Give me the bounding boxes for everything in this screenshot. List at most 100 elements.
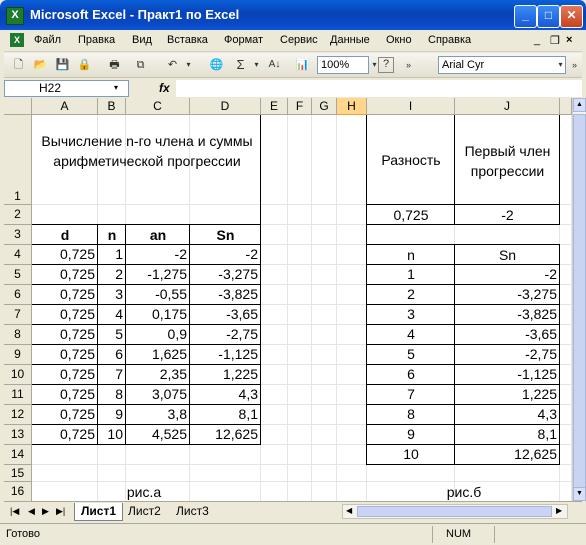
autosum-icon[interactable]: Σ (232, 57, 249, 73)
right-cell-sn[interactable]: -2 (455, 265, 560, 285)
cell-an[interactable]: 2,35 (126, 365, 190, 385)
cell-n[interactable]: 10 (98, 425, 126, 445)
row-header-13[interactable]: 13 (4, 425, 32, 445)
right-cell-n[interactable]: 4 (367, 325, 455, 345)
right-cell-sn[interactable]: 8,1 (455, 425, 560, 445)
select-all-corner[interactable] (4, 98, 32, 115)
cell-an[interactable]: 3,8 (126, 405, 190, 425)
cell-d[interactable]: 0,725 (32, 325, 98, 345)
menu-data[interactable]: Данные (330, 34, 370, 46)
cell-n[interactable]: 2 (98, 265, 126, 285)
sheet-tab-1[interactable]: Лист1 (74, 503, 124, 521)
row-header-8[interactable]: 8 (4, 325, 32, 345)
cell-an[interactable]: -1,275 (126, 265, 190, 285)
right-cell-sn[interactable]: -3,65 (455, 325, 560, 345)
save-icon[interactable]: 💾 (54, 57, 71, 73)
value-difference[interactable]: 0,725 (367, 206, 455, 226)
cell-sn[interactable]: -2 (190, 245, 261, 265)
right-cell-sn[interactable]: 4,3 (455, 405, 560, 425)
sheet-tab-3[interactable]: Лист3 (170, 503, 215, 520)
cell-n[interactable]: 5 (98, 325, 126, 345)
right-cell-n[interactable]: 1 (367, 265, 455, 285)
right-cell-n[interactable]: 3 (367, 305, 455, 325)
menu-edit[interactable]: Правка (78, 34, 115, 46)
cell-n[interactable]: 1 (98, 245, 126, 265)
cell-an[interactable]: 3,075 (126, 385, 190, 405)
row-header-3[interactable]: 3 (4, 225, 32, 245)
name-box[interactable]: H22 (4, 80, 129, 97)
cell-n[interactable]: 9 (98, 405, 126, 425)
value-first-term[interactable]: -2 (455, 206, 560, 226)
insert-function-icon[interactable]: fx (159, 81, 170, 95)
right-cell-n[interactable]: 6 (367, 365, 455, 385)
cell-an[interactable]: -0,55 (126, 285, 190, 305)
print-icon[interactable]: 🖶 (106, 57, 123, 73)
cell-d[interactable]: 0,725 (32, 345, 98, 365)
sort-ascending-icon[interactable]: A↓ (266, 57, 283, 73)
cell-sn[interactable]: -3,65 (190, 305, 261, 325)
maximize-button[interactable]: □ (537, 5, 560, 28)
row-header-14[interactable]: 14 (4, 445, 32, 465)
permission-icon[interactable]: 🔒 (76, 57, 93, 73)
column-header-d[interactable]: D (190, 98, 261, 115)
row-header-16[interactable]: 16 (4, 482, 32, 501)
cell-an[interactable]: 0,9 (126, 325, 190, 345)
column-header-f[interactable]: F (288, 98, 312, 115)
undo-icon[interactable]: ↶ (164, 57, 181, 73)
worksheet-grid[interactable]: A B C D E F G H I J 1 2 3 4 5 6 7 8 9 10 11 12 13 14 1… (4, 98, 572, 501)
right-cell-n[interactable]: 10 (367, 445, 455, 465)
cell-d[interactable]: 0,725 (32, 305, 98, 325)
row-header-2[interactable]: 2 (4, 205, 32, 225)
cell-sn[interactable]: 8,1 (190, 405, 261, 425)
cell-n[interactable]: 7 (98, 365, 126, 385)
row-header-1[interactable]: 1 (4, 115, 32, 205)
horizontal-scrollbar[interactable]: ◀ ▶ (342, 504, 568, 519)
right-cell-sn[interactable]: -3,275 (455, 285, 560, 305)
zoom-select[interactable]: 100% (317, 56, 369, 74)
row-header-4[interactable]: 4 (4, 245, 32, 265)
cell-d[interactable]: 0,725 (32, 365, 98, 385)
last-sheet-icon[interactable]: ▶| (56, 506, 65, 517)
doc-minimize-icon[interactable]: _ (534, 34, 540, 46)
toolbar-options-icon[interactable]: » (400, 57, 417, 73)
right-cell-n[interactable]: 7 (367, 385, 455, 405)
column-header-c[interactable]: C (126, 98, 190, 115)
row-header-15[interactable]: 15 (4, 465, 32, 482)
menu-file[interactable]: Файл (34, 34, 61, 46)
hyperlink-icon[interactable]: 🌐 (208, 57, 225, 73)
column-header-b[interactable]: B (98, 98, 126, 115)
help-icon[interactable]: ? (378, 57, 394, 73)
cell-sn[interactable]: -3,825 (190, 285, 261, 305)
column-header-j[interactable]: J (455, 98, 560, 115)
open-icon[interactable]: 📂 (32, 57, 49, 73)
cell-d[interactable]: 0,725 (32, 265, 98, 285)
scroll-right-icon[interactable]: ▶ (556, 506, 562, 515)
row-header-5[interactable]: 5 (4, 265, 32, 285)
copy-icon[interactable]: ⧉ (132, 57, 149, 73)
row-header-9[interactable]: 9 (4, 345, 32, 365)
doc-close-icon[interactable]: × (566, 34, 572, 46)
scroll-up-icon[interactable]: ▲ (573, 98, 586, 112)
excel-app-icon[interactable]: X (6, 7, 24, 25)
workbook-icon[interactable]: X (10, 33, 24, 47)
menu-window[interactable]: Окно (386, 34, 412, 46)
cell-d[interactable]: 0,725 (32, 385, 98, 405)
minimize-button[interactable]: _ (514, 5, 537, 28)
cell-d[interactable]: 0,725 (32, 405, 98, 425)
column-header-k[interactable] (560, 98, 572, 115)
cell-d[interactable]: 0,725 (32, 425, 98, 445)
menu-format[interactable]: Формат (224, 34, 263, 46)
cell-d[interactable]: 0,725 (32, 285, 98, 305)
right-cell-sn[interactable]: 12,625 (455, 445, 560, 465)
right-cell-n[interactable]: 9 (367, 425, 455, 445)
right-cell-sn[interactable]: -2,75 (455, 345, 560, 365)
menu-tools[interactable]: Сервис (280, 34, 318, 46)
cell-an[interactable]: 1,625 (126, 345, 190, 365)
close-button[interactable]: ✕ (560, 5, 583, 28)
row-header-12[interactable]: 12 (4, 405, 32, 425)
column-header-h[interactable]: H (337, 98, 367, 115)
menu-insert[interactable]: Вставка (167, 34, 208, 46)
right-cell-sn[interactable]: -1,125 (455, 365, 560, 385)
right-cell-n[interactable]: 2 (367, 285, 455, 305)
cell-sn[interactable]: 4,3 (190, 385, 261, 405)
